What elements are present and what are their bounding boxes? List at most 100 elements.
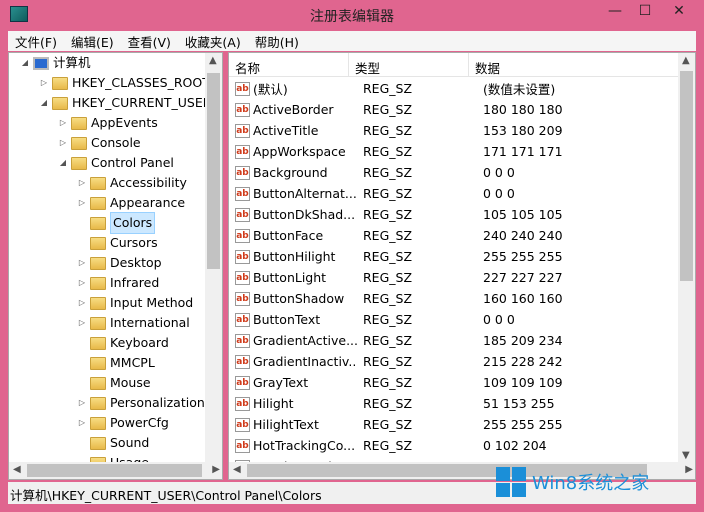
expand-arrow-icon[interactable]: ▷ (76, 173, 88, 193)
expand-arrow-icon[interactable]: ▷ (76, 193, 88, 213)
list-row[interactable]: ab GrayText REG_SZ 109 109 109 (229, 372, 679, 393)
list-row[interactable]: ab GradientInactiv... REG_SZ 215 228 242 (229, 351, 679, 372)
list-row[interactable]: ab Background REG_SZ 0 0 0 (229, 162, 679, 183)
tree-node[interactable]: ▷ Desktop (76, 253, 162, 273)
expand-arrow-icon[interactable]: ▷ (76, 413, 88, 433)
tree-node[interactable]: ▷ Appearance (76, 193, 185, 213)
list-row[interactable]: ab ButtonHilight REG_SZ 255 255 255 (229, 246, 679, 267)
list-row[interactable]: ab Hilight REG_SZ 51 153 255 (229, 393, 679, 414)
folder-icon (90, 376, 106, 390)
list-row[interactable]: ab ButtonDkShad... REG_SZ 105 105 105 (229, 204, 679, 225)
tree-node-label: Input Method (110, 295, 194, 310)
expand-arrow-icon[interactable]: ▷ (76, 293, 88, 313)
tree-node[interactable]: ▷ International (76, 313, 190, 333)
value-name: ButtonHilight (253, 249, 336, 264)
column-header-type[interactable]: 类型 (349, 53, 469, 77)
expand-arrow-icon[interactable]: ▷ (76, 273, 88, 293)
title-bar: 注册表编辑器 — ☐ ✕ (0, 0, 704, 30)
list-row[interactable]: ab HilightText REG_SZ 255 255 255 (229, 414, 679, 435)
folder-icon (52, 76, 68, 90)
menu-item[interactable]: 帮助(H) (248, 31, 306, 51)
tree-horizontal-scrollbar[interactable]: ◀ ▶ (9, 462, 222, 479)
list-row[interactable]: ab ButtonShadow REG_SZ 160 160 160 (229, 288, 679, 309)
tree-node[interactable]: Sound (76, 433, 149, 453)
tree-node[interactable]: ▷ Input Method (76, 293, 193, 313)
expand-arrow-icon[interactable]: ◢ (38, 93, 50, 113)
menu-item[interactable]: 文件(F) (8, 31, 64, 51)
expand-arrow-icon[interactable]: ▷ (57, 113, 69, 133)
list-vertical-scrollbar[interactable]: ▲ ▼ (678, 53, 695, 463)
column-header-name[interactable]: 名称 (229, 53, 349, 77)
list-row[interactable]: ab ActiveBorder REG_SZ 180 180 180 (229, 99, 679, 120)
string-value-icon: ab (235, 102, 250, 117)
scroll-thumb[interactable] (207, 73, 220, 269)
string-value-icon: ab (235, 81, 250, 96)
expand-arrow-icon[interactable]: ▷ (38, 73, 50, 93)
list-row[interactable]: ab ButtonLight REG_SZ 227 227 227 (229, 267, 679, 288)
tree-vertical-scrollbar[interactable]: ▲ (205, 53, 222, 463)
minimize-button[interactable]: — (600, 0, 630, 22)
tree-node[interactable]: ▷ HKEY_CLASSES_ROOT (38, 73, 210, 93)
list-row[interactable]: ab ButtonFace REG_SZ 240 240 240 (229, 225, 679, 246)
scroll-left-icon[interactable]: ◀ (13, 464, 21, 475)
value-name: ButtonAlternat... (253, 186, 357, 201)
scroll-left-icon[interactable]: ◀ (233, 464, 241, 475)
menu-item[interactable]: 编辑(E) (64, 31, 121, 51)
close-button[interactable]: ✕ (664, 0, 694, 22)
scroll-up-icon[interactable]: ▲ (682, 55, 690, 66)
list-row[interactable]: ab ActiveTitle REG_SZ 153 180 209 (229, 120, 679, 141)
value-type: REG_SZ (363, 228, 413, 243)
tree-node[interactable]: ▷ AppEvents (57, 113, 158, 133)
tree-node[interactable]: ▷ Accessibility (76, 173, 187, 193)
expand-arrow-icon[interactable]: ▷ (57, 133, 69, 153)
menu-item[interactable]: 查看(V) (121, 31, 178, 51)
value-name: ButtonShadow (253, 291, 345, 306)
scroll-thumb[interactable] (680, 71, 693, 281)
list-row[interactable]: ab ButtonAlternat... REG_SZ 0 0 0 (229, 183, 679, 204)
tree-node[interactable]: ▷ PowerCfg (76, 413, 169, 433)
tree-node[interactable]: ▷ Infrared (76, 273, 159, 293)
tree-node-label: HKEY_CURRENT_USER (72, 95, 212, 110)
tree-node[interactable]: Colors (76, 212, 156, 234)
tree-node[interactable]: ◢ 计算机 (19, 53, 91, 73)
tree-node-label: Control Panel (91, 155, 174, 170)
folder-icon (90, 396, 106, 410)
tree-node[interactable]: Keyboard (76, 333, 169, 353)
list-row[interactable]: ab ButtonText REG_SZ 0 0 0 (229, 309, 679, 330)
scroll-down-icon[interactable]: ▼ (682, 450, 690, 461)
menu-item[interactable]: 收藏夹(A) (178, 31, 248, 51)
expand-arrow-icon[interactable]: ◢ (19, 53, 31, 73)
expand-arrow-icon[interactable]: ▷ (76, 253, 88, 273)
string-value-icon: ab (235, 438, 250, 453)
folder-icon (90, 296, 106, 310)
tree-node[interactable]: Cursors (76, 233, 158, 253)
expand-arrow-icon[interactable]: ▷ (76, 393, 88, 413)
scroll-up-icon[interactable]: ▲ (209, 55, 217, 66)
list-row[interactable]: ab HotTrackingCo... REG_SZ 0 102 204 (229, 435, 679, 456)
scroll-right-icon[interactable]: ▶ (685, 464, 693, 475)
tree-node-label: International (110, 315, 190, 330)
maximize-button[interactable]: ☐ (630, 0, 660, 22)
column-header-data[interactable]: 数据 (469, 53, 679, 77)
list-row[interactable]: ab GradientActive... REG_SZ 185 209 234 (229, 330, 679, 351)
tree-node[interactable]: ▷ Console (57, 133, 141, 153)
folder-icon (90, 216, 106, 230)
tree-node[interactable]: MMCPL (76, 353, 155, 373)
tree-node-label: Sound (110, 435, 150, 450)
list-row[interactable]: ab (默认) REG_SZ (数值未设置) (229, 78, 679, 99)
tree-node[interactable]: ◢ Control Panel (57, 153, 174, 173)
tree-node[interactable]: ◢ HKEY_CURRENT_USER (38, 93, 212, 113)
folder-icon (90, 236, 106, 250)
value-type: REG_SZ (363, 144, 413, 159)
tree-node[interactable]: ▷ Personalization (76, 393, 205, 413)
value-type: REG_SZ (363, 375, 413, 390)
tree-node[interactable]: Mouse (76, 373, 151, 393)
scroll-right-icon[interactable]: ▶ (212, 464, 220, 475)
string-value-icon: ab (235, 291, 250, 306)
expand-arrow-icon[interactable]: ◢ (57, 153, 69, 173)
list-row[interactable]: ab AppWorkspace REG_SZ 171 171 171 (229, 141, 679, 162)
scroll-thumb[interactable] (27, 464, 202, 477)
value-data: 240 240 240 (483, 228, 563, 243)
folder-icon (71, 156, 87, 170)
expand-arrow-icon[interactable]: ▷ (76, 313, 88, 333)
